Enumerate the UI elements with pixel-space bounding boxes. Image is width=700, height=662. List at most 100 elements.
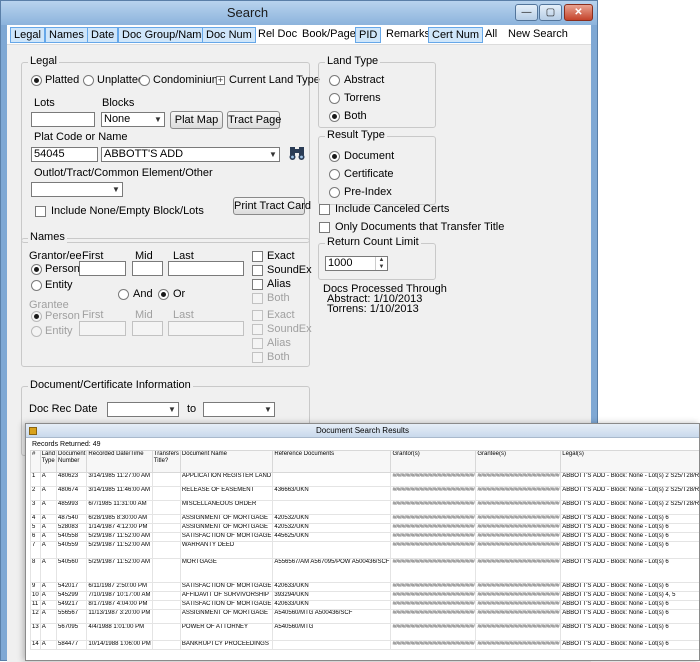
- table-cell-doc: 485993: [57, 501, 87, 515]
- condominium-radio[interactable]: [139, 75, 150, 86]
- table-cell-grantor: ################################: [391, 559, 476, 583]
- lots-input[interactable]: [31, 112, 95, 127]
- only-transfer-checkbox[interactable]: [319, 222, 330, 233]
- table-row[interactable]: 12A55656711/13/1987 3:20:00 PMASSIGNMENT…: [31, 610, 700, 624]
- grantee-first-input[interactable]: [79, 321, 126, 336]
- table-cell-legal: ABBOTT'S ADD - Block: None - Lot(s) 6: [561, 583, 700, 592]
- grantee-last-input[interactable]: [168, 321, 244, 336]
- soundex-checkbox[interactable]: [252, 265, 263, 276]
- alias-checkbox[interactable]: [252, 279, 263, 290]
- column-header[interactable]: Transfers Title?: [152, 451, 180, 473]
- table-cell-ref: 420532/UKN: [273, 524, 391, 533]
- return-limit-title: Return Count Limit: [325, 236, 421, 248]
- return-limit-value: 1000: [328, 257, 352, 269]
- title-bar[interactable]: Search — ▢ ✕: [1, 1, 597, 25]
- document-radio[interactable]: [329, 151, 340, 162]
- table-row[interactable]: 4A4875406/28/1985 8:30:00 AMASSIGNMENT O…: [31, 515, 700, 524]
- and-radio[interactable]: [118, 289, 129, 300]
- tab-book-page[interactable]: Book/Page: [299, 27, 359, 43]
- table-cell-doc: 556567: [57, 610, 87, 624]
- grantor-mid-input[interactable]: [132, 261, 163, 276]
- grantee-mid-input[interactable]: [132, 321, 163, 336]
- binoculars-icon[interactable]: [288, 145, 306, 161]
- grantee-exact-checkbox[interactable]: [252, 310, 263, 321]
- tab-names[interactable]: Names: [45, 27, 88, 43]
- tab-doc-group-name[interactable]: Doc Group/Name: [118, 27, 212, 43]
- column-header[interactable]: Grantor(s): [391, 451, 476, 473]
- table-cell-grantor: ################################: [391, 601, 476, 610]
- column-header[interactable]: Recorded Date/Time: [87, 451, 152, 473]
- both-radio[interactable]: [329, 111, 340, 122]
- doc-rec-date-from[interactable]: ▼: [107, 402, 179, 417]
- torrens-radio[interactable]: [329, 93, 340, 104]
- table-cell-legal: ABBOTT'S ADD - Block: None - Lot(s) 6: [561, 601, 700, 610]
- include-none-checkbox[interactable]: [35, 206, 46, 217]
- print-tract-card-button[interactable]: Print Tract Card: [233, 197, 305, 215]
- tab-cert-num[interactable]: Cert Num: [428, 27, 483, 43]
- tab-rel-doc[interactable]: Rel Doc: [255, 27, 300, 43]
- table-row[interactable]: 11A5492178/17/1987 4:04:00 PMSATISFACTIO…: [31, 601, 700, 610]
- table-row[interactable]: 9A5420176/11/1987 2:50:00 PMSATISFACTION…: [31, 583, 700, 592]
- table-row[interactable]: 3A4859936/7/1985 11:31:00 AMMISCELLANEOU…: [31, 501, 700, 515]
- tract-page-button[interactable]: Tract Page: [227, 111, 280, 129]
- table-row[interactable]: 10A5452997/10/1987 10:17:00 AMAFFIDAVIT …: [31, 592, 700, 601]
- table-row[interactable]: 13A5670954/4/1988 1:01:00 PMPOWER OF ATT…: [31, 624, 700, 641]
- both-checkbox-grantor[interactable]: [252, 293, 263, 304]
- platted-radio[interactable]: [31, 75, 42, 86]
- minimize-button[interactable]: —: [515, 4, 538, 21]
- maximize-button[interactable]: ▢: [539, 4, 562, 21]
- table-row[interactable]: 7A5405595/29/1987 11:52:00 AMWARRANTY DE…: [31, 542, 700, 559]
- table-row[interactable]: 8A5405605/29/1987 11:52:00 AMMORTGAGEA55…: [31, 559, 700, 583]
- grantor-person-radio[interactable]: [31, 264, 42, 275]
- exact-checkbox[interactable]: [252, 251, 263, 262]
- outlot-select[interactable]: ▼: [31, 182, 123, 197]
- doc-rec-date-to[interactable]: ▼: [203, 402, 275, 417]
- table-row[interactable]: 14A58447710/14/1988 1:06:00 PMBANKRUPTCY…: [31, 641, 700, 650]
- plat-name-select[interactable]: ABBOTT'S ADD▼: [101, 147, 280, 162]
- grantee-soundex-checkbox[interactable]: [252, 324, 263, 335]
- results-title-bar[interactable]: Document Search Results: [26, 424, 699, 438]
- plat-code-input[interactable]: 54045: [31, 147, 98, 162]
- table-row[interactable]: 2A4806743/14/1985 11:46:00 AMRELEASE OF …: [31, 487, 700, 501]
- grantee-entity-radio[interactable]: [31, 326, 42, 337]
- column-header[interactable]: Land Type: [40, 451, 56, 473]
- abstract-radio[interactable]: [329, 75, 340, 86]
- tab-remarks[interactable]: Remarks: [383, 27, 433, 43]
- include-canceled-checkbox[interactable]: [319, 204, 330, 215]
- blocks-select[interactable]: None▼: [101, 112, 165, 127]
- pre-index-radio[interactable]: [329, 187, 340, 198]
- tab-pid[interactable]: PID: [355, 27, 381, 43]
- unplatted-radio[interactable]: [83, 75, 94, 86]
- tab-new-search[interactable]: New Search: [505, 27, 571, 43]
- column-header[interactable]: Reference Documents: [273, 451, 391, 473]
- legal-group-title: Legal: [28, 55, 59, 67]
- land-type-title: Land Type: [325, 55, 380, 67]
- column-header[interactable]: Legal(s): [561, 451, 700, 473]
- grantee-both-checkbox[interactable]: [252, 352, 263, 363]
- table-row[interactable]: 6A5405585/29/1987 11:52:00 AMSATISFACTIO…: [31, 533, 700, 542]
- tab-doc-num[interactable]: Doc Num: [202, 27, 256, 43]
- certificate-radio[interactable]: [329, 169, 340, 180]
- plat-map-button[interactable]: Plat Map: [170, 111, 223, 129]
- table-cell-grantor: ################################: [391, 542, 476, 559]
- table-row[interactable]: 1A4806233/14/1985 11:27:00 AMAPPLICATION…: [31, 473, 700, 487]
- table-cell-grantor: ################################: [391, 533, 476, 542]
- table-row[interactable]: 5A5280831/14/1987 4:12:00 PMASSIGNMENT O…: [31, 524, 700, 533]
- grantee-alias-checkbox[interactable]: [252, 338, 263, 349]
- grantor-entity-radio[interactable]: [31, 280, 42, 291]
- column-header[interactable]: #: [31, 451, 41, 473]
- column-header[interactable]: Grantee(s): [476, 451, 561, 473]
- close-button[interactable]: ✕: [564, 4, 593, 21]
- grantor-first-input[interactable]: [79, 261, 126, 276]
- tab-legal[interactable]: Legal: [10, 27, 45, 43]
- or-radio[interactable]: [158, 289, 169, 300]
- grantor-last-input[interactable]: [168, 261, 244, 276]
- column-header[interactable]: Document Name: [180, 451, 272, 473]
- expand-plus-icon[interactable]: +: [216, 76, 225, 85]
- tab-date[interactable]: Date: [87, 27, 118, 43]
- spinner-arrows-icon[interactable]: ▲▼: [375, 257, 387, 271]
- column-header[interactable]: Document Number: [57, 451, 87, 473]
- tab-all[interactable]: All: [482, 27, 500, 43]
- return-limit-input[interactable]: 1000 ▲▼: [325, 256, 388, 271]
- grantee-person-radio[interactable]: [31, 311, 42, 322]
